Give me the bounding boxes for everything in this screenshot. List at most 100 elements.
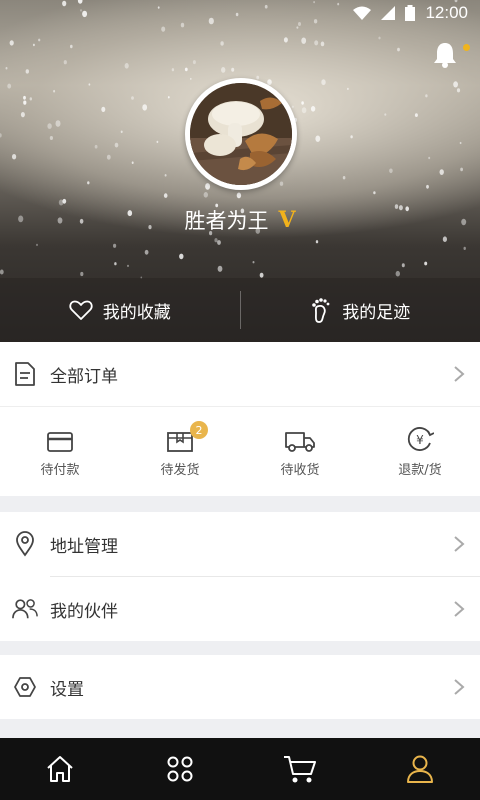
raindrop (315, 135, 321, 142)
raindrop (373, 191, 376, 195)
bottom-nav (0, 738, 480, 800)
truck-icon (284, 425, 316, 453)
raindrop (144, 249, 149, 255)
raindrop (314, 40, 319, 46)
raindrop (320, 41, 325, 47)
status-refund[interactable]: ¥ 退款/货 (360, 407, 480, 496)
raindrop (424, 261, 428, 266)
raindrop (49, 136, 54, 140)
category-icon (167, 756, 193, 782)
favorites-button[interactable]: 我的收藏 (0, 278, 240, 342)
raindrop (179, 253, 184, 260)
raindrop (87, 181, 90, 185)
raindrop (456, 88, 461, 93)
raindrop (256, 75, 260, 80)
nav-cart[interactable] (240, 738, 360, 800)
raindrop (124, 63, 129, 69)
user-icon (407, 755, 433, 783)
shipment-badge: 2 (190, 421, 208, 439)
partners-label: 我的伙伴 (50, 601, 118, 622)
raindrop (378, 36, 381, 40)
status-pending-payment[interactable]: 待付款 (0, 407, 120, 496)
raindrop (190, 77, 192, 80)
raindrop (321, 79, 326, 86)
chevron-right-icon (454, 601, 465, 617)
raindrop (131, 161, 134, 164)
raindrop (401, 263, 405, 268)
order-status-bar: 待付款 2 待发货 待收货 ¥ 退款/货 (0, 406, 480, 496)
raindrop (301, 101, 304, 105)
battery-icon (405, 5, 416, 21)
raindrop (94, 144, 98, 149)
raindrop (62, 198, 67, 204)
raindrop (397, 47, 400, 52)
raindrop (205, 183, 211, 190)
card-icon (46, 425, 74, 453)
settings-label: 设置 (50, 679, 84, 700)
nav-profile[interactable] (360, 738, 480, 800)
bell-icon[interactable] (432, 40, 458, 68)
raindrop (70, 44, 73, 49)
status-label: 待付款 (40, 463, 80, 478)
partners-row[interactable]: 我的伙伴 (0, 577, 480, 641)
location-pin-icon (12, 531, 38, 557)
raindrop (142, 104, 148, 111)
chevron-right-icon (454, 679, 465, 695)
raindrop (315, 240, 319, 244)
signal-icon (381, 6, 396, 20)
raindrop (231, 67, 235, 72)
raindrop (80, 271, 84, 277)
footprint-icon (312, 298, 330, 323)
raindrop (171, 68, 175, 72)
raindrop (47, 123, 52, 129)
raindrop (184, 67, 188, 72)
account-section: 地址管理 我的伙伴 (0, 512, 480, 641)
raindrop (32, 43, 35, 47)
raindrop (114, 142, 119, 148)
raindrop (203, 192, 208, 198)
all-orders-row[interactable]: 全部订单 (0, 342, 480, 406)
status-pending-receipt[interactable]: 待收货 (240, 407, 360, 496)
partners-icon (12, 596, 38, 622)
settings-hexagon-icon (12, 674, 38, 700)
raindrop (0, 133, 2, 138)
status-pending-shipment[interactable]: 2 待发货 (120, 407, 240, 496)
raindrop (395, 270, 400, 277)
raindrop (127, 264, 129, 267)
favorites-label: 我的收藏 (102, 302, 171, 323)
raindrop (428, 156, 431, 160)
raindrop (214, 238, 218, 243)
status-time: 12:00 (425, 3, 468, 22)
cart-icon (284, 756, 316, 783)
nav-home[interactable] (0, 738, 120, 800)
raindrop (347, 87, 349, 90)
avatar-image (190, 83, 292, 185)
raindrop (25, 69, 29, 74)
status-label: 退款/货 (398, 463, 442, 478)
avatar[interactable] (185, 78, 297, 190)
settings-row[interactable]: 设置 (0, 655, 480, 719)
notification-dot (463, 44, 470, 51)
raindrop (414, 113, 418, 117)
raindrop (389, 168, 393, 174)
raindrop (220, 41, 224, 46)
all-orders-label: 全部订单 (50, 366, 118, 387)
raindrop (63, 60, 67, 65)
footprints-button[interactable]: 我的足迹 (241, 278, 480, 342)
status-label: 待收货 (280, 463, 320, 478)
raindrop (164, 174, 167, 177)
raindrop (161, 26, 166, 32)
username: 胜者为王 (184, 209, 269, 233)
raindrop (279, 181, 284, 186)
wifi-icon (353, 6, 372, 20)
raindrop (310, 106, 316, 112)
raindrop (23, 95, 26, 100)
nav-category[interactable] (120, 738, 240, 800)
raindrop (163, 193, 168, 198)
address-management-row[interactable]: 地址管理 (0, 512, 480, 576)
raindrop (291, 105, 294, 109)
raindrop (101, 106, 106, 112)
raindrop (459, 141, 462, 145)
chevron-right-icon (454, 536, 465, 552)
raindrop (221, 67, 226, 73)
